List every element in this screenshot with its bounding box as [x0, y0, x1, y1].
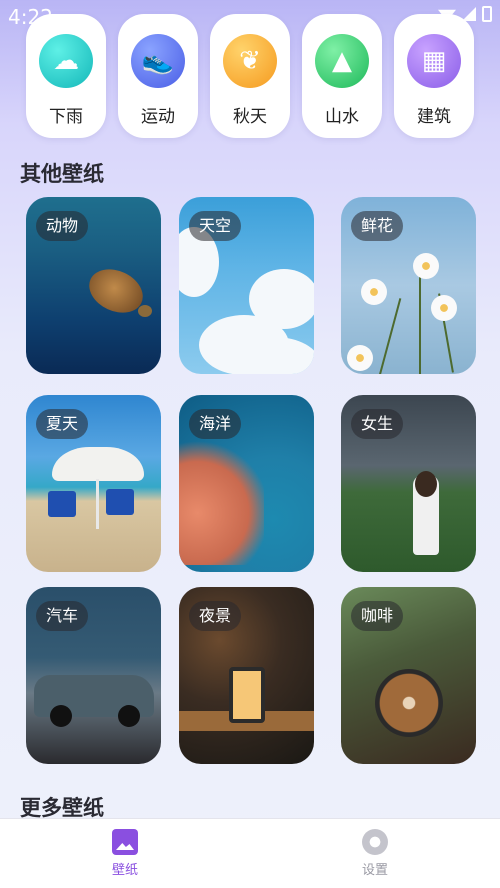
wallpaper-card-night[interactable]: 夜景: [179, 587, 314, 764]
gear-icon: [362, 829, 388, 855]
wallpaper-tag: 夏天: [36, 409, 89, 439]
category-label: 运动: [141, 107, 175, 127]
sneaker-icon: 👟: [131, 34, 185, 88]
picture-icon: [112, 829, 138, 855]
wallpaper-card-animal[interactable]: 动物: [26, 197, 161, 374]
section-title-other: 其他壁纸: [20, 162, 104, 186]
category-autumn[interactable]: ❦ 秋天: [210, 14, 290, 138]
wallpaper-tag: 鲜花: [351, 211, 404, 241]
wallpaper-tag: 动物: [36, 211, 89, 241]
category-landscape[interactable]: ▲ 山水: [302, 14, 382, 138]
maple-leaf-icon: ❦: [223, 34, 277, 88]
wallpaper-card-summer[interactable]: 夏天: [26, 395, 161, 572]
wallpaper-tag: 天空: [189, 211, 242, 241]
category-architecture[interactable]: ▦ 建筑: [394, 14, 474, 138]
wallpaper-tag: 咖啡: [351, 601, 404, 631]
category-label: 下雨: [49, 107, 83, 127]
wallpaper-card-flower[interactable]: 鲜花: [341, 197, 476, 374]
category-row: ☁ 下雨 👟 运动 ❦ 秋天 ▲ 山水 ▦ 建筑: [26, 14, 474, 138]
wallpaper-card-ocean[interactable]: 海洋: [179, 395, 314, 572]
wallpaper-card-girl[interactable]: 女生: [341, 395, 476, 572]
wallpaper-card-car[interactable]: 汽车: [26, 587, 161, 764]
category-label: 山水: [325, 107, 359, 127]
wallpaper-tag: 海洋: [189, 409, 242, 439]
building-icon: ▦: [407, 34, 461, 88]
wallpaper-tag: 夜景: [189, 601, 242, 631]
nav-label: 设置: [361, 863, 388, 878]
wallpaper-card-sky[interactable]: 天空: [179, 197, 314, 374]
category-rain[interactable]: ☁ 下雨: [26, 14, 106, 138]
wallpaper-tag: 汽车: [36, 601, 89, 631]
category-label: 建筑: [417, 107, 451, 127]
wallpaper-tag: 女生: [351, 409, 404, 439]
category-label: 秋天: [233, 107, 267, 127]
nav-item-wallpaper[interactable]: 壁纸: [0, 819, 250, 888]
mountain-water-icon: ▲: [315, 34, 369, 88]
category-sport[interactable]: 👟 运动: [118, 14, 198, 138]
wallpaper-card-coffee[interactable]: 咖啡: [341, 587, 476, 764]
bottom-nav: 壁纸 设置: [0, 818, 500, 888]
nav-item-settings[interactable]: 设置: [250, 819, 500, 888]
battery-icon: [482, 6, 492, 22]
nav-label: 壁纸: [111, 863, 138, 878]
cloud-rain-icon: ☁: [39, 34, 93, 88]
